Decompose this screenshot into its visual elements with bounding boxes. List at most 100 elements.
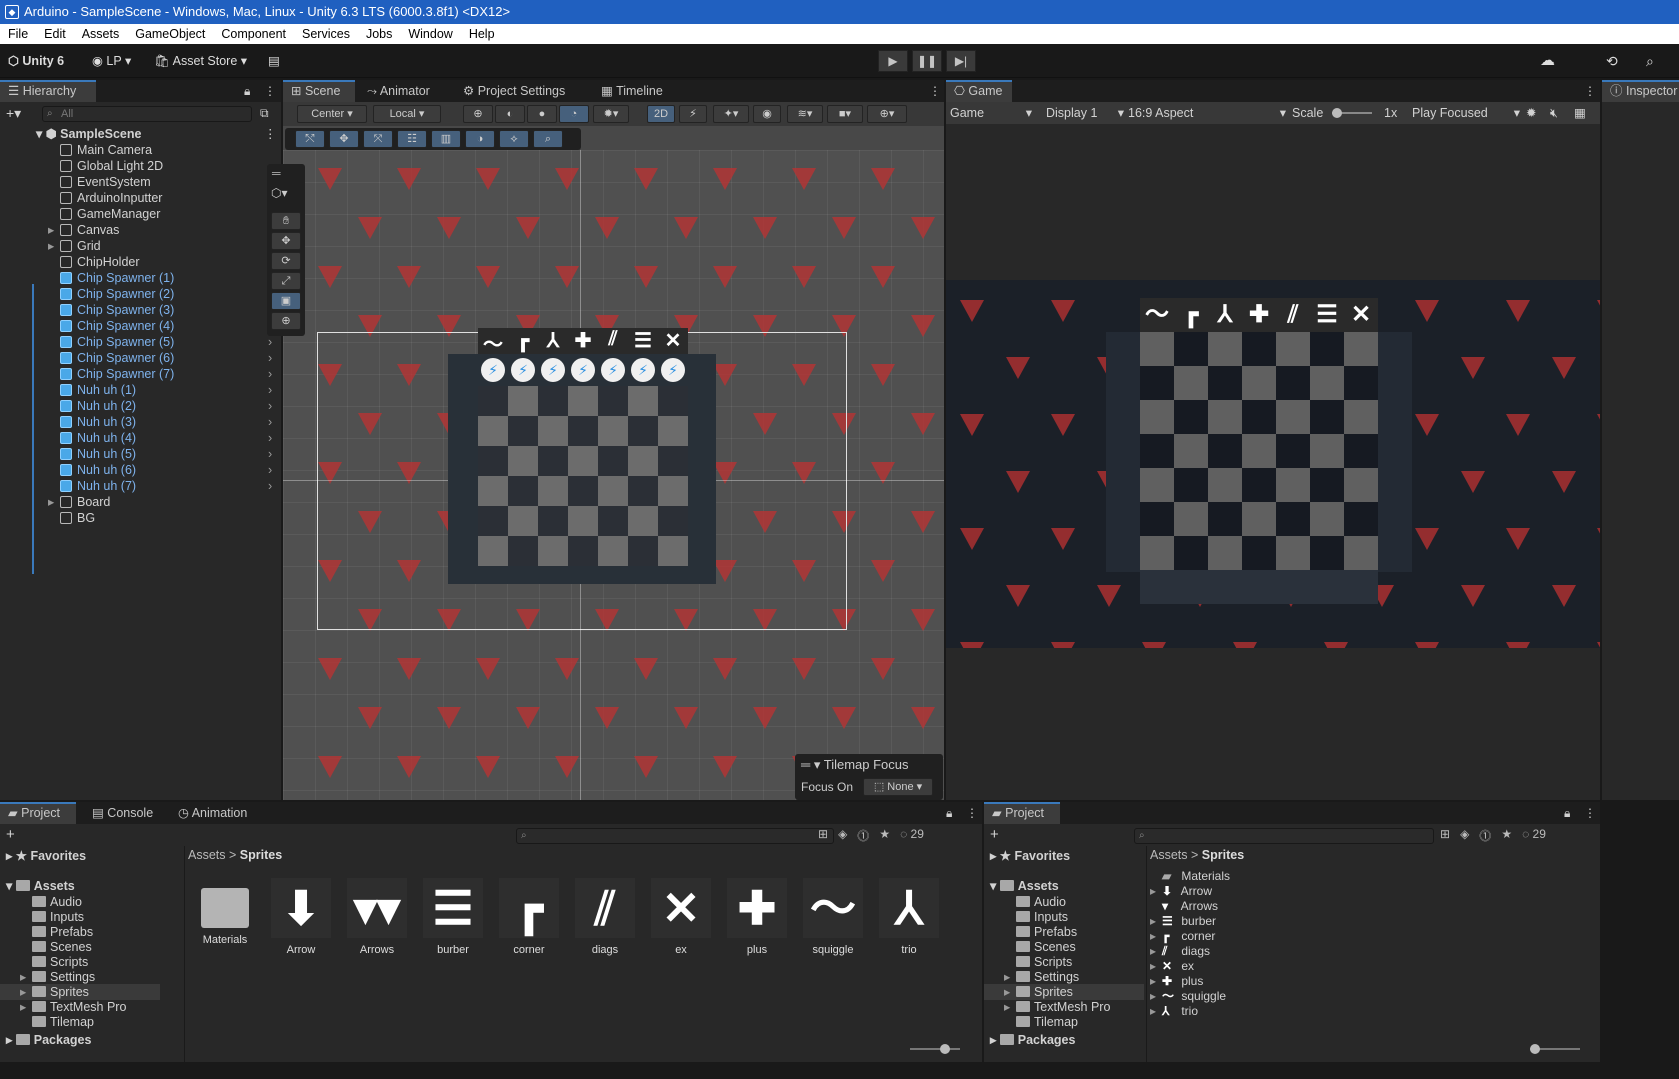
history-button[interactable]: ⟲ [1606, 50, 1618, 72]
project2-search-input[interactable]: ⌕ [1134, 828, 1434, 844]
right-folder-row[interactable]: ▸ Settings [1004, 969, 1164, 985]
expand-arrow-icon[interactable]: ▸ [20, 984, 32, 1000]
asset-item[interactable]: ⬇ Arrow [266, 878, 336, 956]
chip-spawner-icon[interactable]: ⚡︎ [631, 358, 655, 382]
gizmos-button[interactable]: ⊕▾ [867, 105, 907, 123]
menu-component[interactable]: Component [213, 24, 294, 44]
asset-list-row[interactable]: ▸ ⬇ Arrow [1150, 883, 1450, 899]
hierarchy-item[interactable]: Chip Spawner (2)› [48, 286, 278, 302]
asset-item[interactable]: ▾▾ Arrows [342, 878, 412, 956]
account-dropdown[interactable]: ◉ LP ▾ [92, 50, 131, 72]
tab-console[interactable]: ▤ Console [84, 802, 161, 824]
chip-spawner-icon[interactable]: ⚡︎ [541, 358, 565, 382]
hierarchy-item[interactable]: Chip Spawner (3)› [48, 302, 278, 318]
hand-tool[interactable]: ✋︎ [271, 212, 301, 230]
chip-spawner-icon[interactable]: ⚡︎ [601, 358, 625, 382]
type-filter-icon[interactable]: ⊞ [1440, 827, 1450, 844]
breadcrumb-assets-2[interactable]: Assets [1150, 848, 1188, 862]
more-icon[interactable]: ⋮ [264, 84, 276, 98]
tool-h-button[interactable]: ⌕ [533, 130, 563, 148]
chevron-right-icon[interactable]: › [268, 350, 272, 366]
tool-d-button[interactable]: ☷ [397, 130, 427, 148]
search-button[interactable]: ⌕ [1646, 50, 1654, 72]
step-button[interactable]: ▶| [946, 50, 976, 72]
chevron-right-icon[interactable]: › [268, 414, 272, 430]
right-folder-row[interactable]: Scripts [1004, 954, 1164, 970]
layers-button[interactable]: ≋▾ [787, 105, 823, 123]
right-folder-row[interactable]: Prefabs [1004, 924, 1164, 940]
scene-more-icon[interactable]: ⋮ [929, 84, 941, 98]
asset-item[interactable]: 〜 squiggle [798, 878, 868, 956]
tool-e-button[interactable]: ▥ [431, 130, 461, 148]
expand-arrow-icon[interactable]: ▸ [1004, 999, 1016, 1015]
breadcrumb-sprites[interactable]: Sprites [240, 848, 282, 862]
hierarchy-item[interactable]: ▸ Canvas [48, 222, 278, 238]
splitter[interactable] [184, 846, 185, 1062]
scene-more-icon[interactable]: ⋮ [264, 126, 277, 142]
tab-timeline[interactable]: ▦ Timeline [593, 80, 671, 102]
hierarchy-item[interactable]: Chip Spawner (5) › [48, 334, 278, 350]
tool-a-button[interactable]: ⤲ [295, 130, 325, 148]
asset-list-row[interactable]: ▸ ✕ ex [1150, 958, 1450, 974]
expand-arrow-icon[interactable]: ▸ [48, 222, 60, 238]
hierarchy-item[interactable]: BG [48, 510, 278, 526]
expand-arrow-icon[interactable]: ▸ [1150, 988, 1162, 1004]
chevron-right-icon[interactable]: › [268, 366, 272, 382]
packages-row-2[interactable]: ▸ Packages [990, 1032, 1075, 1048]
game-viewport[interactable]: 〜 ┏ ⅄ ✚ ⫽ ☰ ✕ [946, 280, 1600, 648]
lock-icon[interactable]: 🔒︎ [1564, 806, 1570, 821]
create-asset-button-2[interactable]: + [990, 826, 999, 843]
search-options-icon[interactable]: ⧉ [260, 106, 269, 121]
menu-assets[interactable]: Assets [74, 24, 128, 44]
folder-row[interactable]: Prefabs [20, 924, 180, 940]
favorites-row[interactable]: ▸ ★ Favorites [6, 848, 86, 864]
lock-icon[interactable]: 🔒︎ [946, 806, 952, 821]
star-filter-icon[interactable]: ★ [1501, 827, 1512, 844]
mute-icon[interactable]: 🔇︎ [1550, 102, 1558, 124]
hierarchy-item[interactable]: ArduinoInputter [48, 190, 278, 206]
breadcrumb-sprites-2[interactable]: Sprites [1202, 848, 1244, 862]
asset-item[interactable]: ☰ burber [418, 878, 488, 956]
assets-row-2[interactable]: ▾ Assets [990, 878, 1059, 894]
tool-b-button[interactable]: ✥ [329, 130, 359, 148]
tool-g-button[interactable]: ⟡ [499, 130, 529, 148]
rotate-tool[interactable]: ⟳ [271, 252, 301, 270]
hierarchy-search-input[interactable]: ⌕ All [42, 106, 252, 122]
focus-on-dropdown[interactable]: ⬚ None ▾ [863, 778, 933, 796]
asset-item[interactable]: ⅄ trio [874, 878, 944, 956]
hierarchy-item[interactable]: Chip Spawner (1)› [48, 270, 278, 286]
scene-board[interactable]: 〜 ┏ ⅄ ✚ ⫽ ☰ ✕ ⚡︎ ⚡︎ ⚡︎ ⚡︎ ⚡︎ ⚡︎ ⚡︎ [446, 328, 716, 584]
scale-slider-thumb[interactable] [1332, 108, 1342, 118]
folder-row[interactable]: ▸ Sprites [0, 984, 160, 1000]
folder-row[interactable]: Audio [20, 894, 180, 910]
asset-item[interactable]: ✕ ex [646, 878, 716, 956]
tool-f-button[interactable]: ◑ [465, 130, 495, 148]
rect-tool[interactable]: ▣ [271, 292, 301, 310]
packages-row[interactable]: ▸ Packages [6, 1032, 91, 1048]
hierarchy-item[interactable]: Nuh uh (1) › [48, 382, 278, 398]
chevron-right-icon[interactable]: › [268, 446, 272, 462]
zoom-slider-2[interactable] [1530, 1044, 1580, 1054]
favorites-row-2[interactable]: ▸ ★ Favorites [990, 848, 1070, 864]
chevron-right-icon[interactable]: › [268, 398, 272, 414]
hierarchy-item[interactable]: Nuh uh (5) › [48, 446, 278, 462]
menu-jobs[interactable]: Jobs [358, 24, 400, 44]
expand-arrow-icon[interactable]: ▸ [1004, 984, 1016, 1000]
expand-arrow-icon[interactable]: ▸ [1150, 1003, 1162, 1019]
expand-arrow-icon[interactable]: ▸ [20, 969, 32, 985]
hierarchy-item[interactable]: Nuh uh (3) › [48, 414, 278, 430]
chevron-right-icon[interactable]: › [268, 382, 272, 398]
hierarchy-item[interactable]: Chip Spawner (6) › [48, 350, 278, 366]
menu-edit[interactable]: Edit [36, 24, 74, 44]
folder-row[interactable]: Tilemap [20, 1014, 180, 1030]
folder-row[interactable]: Inputs [20, 909, 180, 925]
tab-hierarchy[interactable]: ☰ Hierarchy [0, 80, 96, 102]
play-button[interactable]: ▶ [878, 50, 908, 72]
asset-list-row[interactable]: ▸ ⅄ trio [1150, 1003, 1450, 1019]
expand-arrow-icon[interactable]: ▸ [48, 238, 60, 254]
chip-spawner-icon[interactable]: ⚡︎ [481, 358, 505, 382]
hierarchy-item[interactable]: ChipHolder [48, 254, 278, 270]
hierarchy-item[interactable]: Nuh uh (4) › [48, 430, 278, 446]
collab-button[interactable]: ▤ [268, 50, 280, 72]
unity-account-button[interactable]: ⬡ Unity 6 [8, 50, 64, 72]
